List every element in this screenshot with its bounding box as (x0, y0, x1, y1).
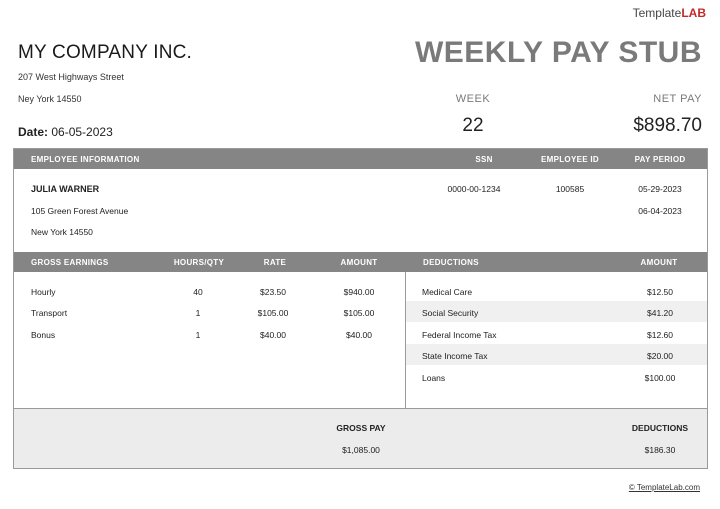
earning-qty: 1 (195, 330, 201, 340)
date-value: 06-05-2023 (51, 125, 113, 139)
employee-ssn: 0000-00-1234 (447, 184, 501, 194)
company-address-line1: 207 West Highways Street (18, 72, 124, 82)
earning-qty: 1 (195, 308, 201, 318)
gross-earnings-header: GROSS EARNINGS (31, 258, 109, 267)
totals-band (14, 408, 707, 468)
earning-name: Bonus (31, 330, 56, 340)
gross-pay-value: $1,085.00 (342, 445, 380, 455)
pay-period-start: 05-29-2023 (638, 184, 682, 194)
earning-rate: $23.50 (260, 287, 286, 297)
deduction-name: Loans (422, 373, 446, 383)
week-label: WEEK (455, 93, 491, 105)
earning-name: Hourly (31, 287, 56, 297)
deduction-name: Social Security (422, 308, 479, 318)
employee-id: 100585 (555, 184, 585, 194)
deduction-amount: $12.50 (647, 287, 673, 297)
earning-name: Transport (31, 308, 68, 318)
logo-prefix: Template (632, 6, 682, 20)
earning-amount: $940.00 (343, 287, 375, 297)
column-divider (405, 272, 406, 408)
earning-amount: $105.00 (343, 308, 375, 318)
rate-header: RATE (263, 258, 287, 267)
deductions-header: DEDUCTIONS (423, 258, 479, 267)
deduction-amount: $100.00 (644, 373, 676, 383)
ssn-header: SSN (475, 155, 493, 164)
employee-id-header: EMPLOYEE ID (541, 155, 599, 164)
deduction-name: State Income Tax (422, 351, 488, 361)
total-deductions-value: $186.30 (644, 445, 676, 455)
week-value: 22 (462, 115, 484, 136)
employee-header-bar: EMPLOYEE INFORMATION SSN EMPLOYEE ID PAY… (14, 149, 707, 169)
logo-suffix: LAB (681, 6, 706, 20)
deduction-amount: $12.60 (647, 330, 673, 340)
pay-period-end: 06-04-2023 (638, 206, 682, 216)
templatelab-credit-link[interactable]: © TemplateLab.com (629, 483, 700, 492)
deduction-amount: $20.00 (647, 351, 673, 361)
earning-rate: $40.00 (260, 330, 286, 340)
deduction-name: Medical Care (422, 287, 473, 297)
templatelab-logo: TemplateLAB (633, 6, 706, 20)
pay-period-header: PAY PERIOD (634, 155, 686, 164)
net-pay-label: NET PAY (653, 93, 702, 105)
deduction-name: Federal Income Tax (422, 330, 497, 340)
deduction-amount: $41.20 (647, 308, 673, 318)
gross-pay-label: GROSS PAY (336, 423, 386, 433)
company-name: MY COMPANY INC. (18, 42, 193, 63)
total-deductions-label: DEDUCTIONS (631, 423, 689, 433)
employee-address-line2: New York 14550 (31, 227, 93, 237)
hours-qty-header: HOURS/QTY (173, 258, 225, 267)
deductions-amount-header: AMOUNT (640, 258, 678, 267)
earnings-amount-header: AMOUNT (340, 258, 378, 267)
employee-name: JULIA WARNER (31, 184, 100, 194)
earnings-deductions-header-bar: GROSS EARNINGS HOURS/QTY RATE AMOUNT DED… (14, 252, 707, 272)
stub-date: Date: 06-05-2023 (18, 125, 113, 139)
employee-info-header: EMPLOYEE INFORMATION (31, 155, 140, 164)
earning-rate: $105.00 (257, 308, 289, 318)
page-title: WEEKLY PAY STUB (414, 36, 702, 69)
earning-amount: $40.00 (346, 330, 372, 340)
net-pay-value: $898.70 (633, 115, 702, 136)
company-address-line2: Ney York 14550 (18, 94, 82, 104)
date-label: Date: (18, 125, 49, 139)
earning-qty: 40 (193, 287, 203, 297)
employee-address-line1: 105 Green Forest Avenue (31, 206, 129, 216)
